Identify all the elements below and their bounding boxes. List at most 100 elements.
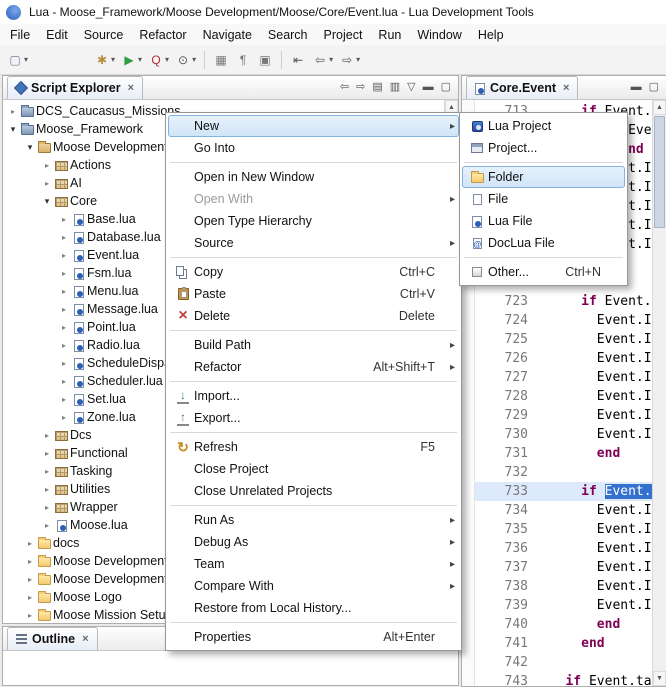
menu-item-project[interactable]: Project... (462, 137, 625, 159)
minimize-icon[interactable]: ▬ (631, 82, 642, 93)
close-icon[interactable]: × (563, 82, 569, 94)
expand-arrow-icon[interactable]: ▸ (58, 269, 70, 278)
code-line-723[interactable]: 723 if Event. (462, 292, 652, 311)
menu-item-paste[interactable]: PasteCtrl+V (168, 283, 459, 305)
menu-window[interactable]: Window (409, 26, 469, 44)
expand-arrow-icon[interactable]: ▸ (58, 305, 70, 314)
menu-run[interactable]: Run (370, 26, 409, 44)
expand-arrow-icon[interactable]: ▸ (41, 503, 53, 512)
menu-item-export[interactable]: Export... (168, 407, 459, 429)
expand-arrow-icon[interactable]: ▸ (58, 251, 70, 260)
tab-outline[interactable]: Outline × (7, 627, 98, 650)
expand-arrow-icon[interactable]: ▸ (41, 449, 53, 458)
collapse-all-icon[interactable]: ▤ (372, 82, 382, 93)
menu-item-close-unrelated-projects[interactable]: Close Unrelated Projects (168, 480, 459, 502)
menu-item-refresh[interactable]: RefreshF5 (168, 436, 459, 458)
menu-item-new[interactable]: New▸ (168, 115, 459, 137)
menu-item-open-in-new-window[interactable]: Open in New Window (168, 166, 459, 188)
menu-help[interactable]: Help (470, 26, 512, 44)
external-tools-button[interactable]: ✱▾ (91, 48, 118, 71)
code-line-742[interactable]: 742 (462, 653, 652, 672)
run-button[interactable]: ▶▾ (118, 48, 145, 71)
menu-search[interactable]: Search (260, 26, 316, 44)
code-line-735[interactable]: 735 Event.I (462, 520, 652, 539)
scrollbar-thumb[interactable] (654, 116, 665, 228)
menu-navigate[interactable]: Navigate (195, 26, 260, 44)
scroll-up-icon[interactable]: ▲ (653, 100, 666, 115)
menu-item-lua-file[interactable]: Lua File (462, 210, 625, 232)
menu-edit[interactable]: Edit (38, 26, 76, 44)
menu-refactor[interactable]: Refactor (131, 26, 194, 44)
expand-arrow-icon[interactable]: ▸ (58, 359, 70, 368)
menu-item-team[interactable]: Team▸ (168, 553, 459, 575)
menu-item-restore-from-local-history[interactable]: Restore from Local History... (168, 597, 459, 619)
scroll-down-icon[interactable]: ▼ (653, 671, 666, 686)
collapse-arrow-icon[interactable]: ▾ (24, 142, 36, 153)
menu-item-delete[interactable]: DeleteDelete (168, 305, 459, 327)
maximize-icon[interactable]: ▢ (649, 82, 659, 93)
expand-arrow-icon[interactable]: ▸ (41, 467, 53, 476)
last-edit-location-button[interactable]: ⇤ (287, 48, 309, 71)
menu-item-other[interactable]: Other...Ctrl+N (462, 261, 625, 283)
back-button[interactable]: ⇦▾ (309, 48, 336, 71)
menu-item-run-as[interactable]: Run As▸ (168, 509, 459, 531)
code-line-724[interactable]: 724 Event.I (462, 311, 652, 330)
expand-arrow-icon[interactable]: ▸ (58, 233, 70, 242)
expand-arrow-icon[interactable]: ▸ (58, 413, 70, 422)
toggle-editor-button[interactable]: ▣ (254, 48, 276, 71)
view-menu-icon[interactable]: ▽ (407, 82, 415, 93)
code-line-725[interactable]: 725 Event.I (462, 330, 652, 349)
minimize-icon[interactable]: ▬ (423, 82, 434, 93)
expand-arrow-icon[interactable]: ▸ (58, 323, 70, 332)
expand-arrow-icon[interactable]: ▸ (24, 575, 36, 584)
expand-arrow-icon[interactable]: ▸ (24, 593, 36, 602)
code-line-734[interactable]: 734 Event.I (462, 501, 652, 520)
code-line-729[interactable]: 729 Event.I (462, 406, 652, 425)
maximize-icon[interactable]: ▢ (441, 82, 451, 93)
collapse-arrow-icon[interactable]: ▾ (7, 124, 19, 135)
expand-arrow-icon[interactable]: ▸ (41, 179, 53, 188)
expand-arrow-icon[interactable]: ▸ (24, 557, 36, 566)
code-line-740[interactable]: 740 end (462, 615, 652, 634)
expand-arrow-icon[interactable]: ▸ (7, 107, 19, 116)
menu-item-doclua-file[interactable]: DocLua File (462, 232, 625, 254)
menu-item-properties[interactable]: PropertiesAlt+Enter (168, 626, 459, 648)
expand-arrow-icon[interactable]: ▸ (24, 539, 36, 548)
code-line-741[interactable]: 741 end (462, 634, 652, 653)
code-line-739[interactable]: 739 Event.I (462, 596, 652, 615)
menu-item-build-path[interactable]: Build Path▸ (168, 334, 459, 356)
code-line-731[interactable]: 731 end (462, 444, 652, 463)
tab-core-event[interactable]: Core.Event × (466, 76, 578, 99)
open-element-button[interactable]: ▦ (210, 48, 232, 71)
code-line-743[interactable]: 743 if Event.ta (462, 672, 652, 686)
menu-file[interactable]: File (2, 26, 38, 44)
expand-arrow-icon[interactable]: ▸ (24, 611, 36, 620)
menu-item-copy[interactable]: CopyCtrl+C (168, 261, 459, 283)
expand-arrow-icon[interactable]: ▸ (41, 521, 53, 530)
code-line-733[interactable]: 733 if Event. (462, 482, 652, 501)
menu-project[interactable]: Project (316, 26, 371, 44)
code-line-726[interactable]: 726 Event.I (462, 349, 652, 368)
expand-arrow-icon[interactable]: ▸ (58, 287, 70, 296)
expand-arrow-icon[interactable]: ▸ (58, 395, 70, 404)
coverage-button[interactable]: Q▾ (145, 48, 172, 71)
expand-arrow-icon[interactable]: ▸ (58, 215, 70, 224)
menu-item-file[interactable]: File (462, 188, 625, 210)
forward-button[interactable]: ⇨▾ (336, 48, 363, 71)
new-wizard-button[interactable]: ▢▾ (4, 48, 31, 71)
menu-source[interactable]: Source (76, 26, 132, 44)
code-line-738[interactable]: 738 Event.I (462, 577, 652, 596)
menu-item-open-type-hierarchy[interactable]: Open Type Hierarchy (168, 210, 459, 232)
code-line-730[interactable]: 730 Event.I (462, 425, 652, 444)
editor-scrollbar[interactable]: ▲ ▼ (652, 100, 666, 686)
menu-item-open-with[interactable]: Open With▸ (168, 188, 459, 210)
show-whitespace-button[interactable]: ¶ (232, 48, 254, 71)
code-line-736[interactable]: 736 Event.I (462, 539, 652, 558)
collapse-arrow-icon[interactable]: ▾ (41, 196, 53, 207)
expand-arrow-icon[interactable]: ▸ (41, 161, 53, 170)
expand-arrow-icon[interactable]: ▸ (41, 485, 53, 494)
code-line-728[interactable]: 728 Event.I (462, 387, 652, 406)
menu-item-debug-as[interactable]: Debug As▸ (168, 531, 459, 553)
menu-item-go-into[interactable]: Go Into (168, 137, 459, 159)
menu-item-refactor[interactable]: RefactorAlt+Shift+T▸ (168, 356, 459, 378)
